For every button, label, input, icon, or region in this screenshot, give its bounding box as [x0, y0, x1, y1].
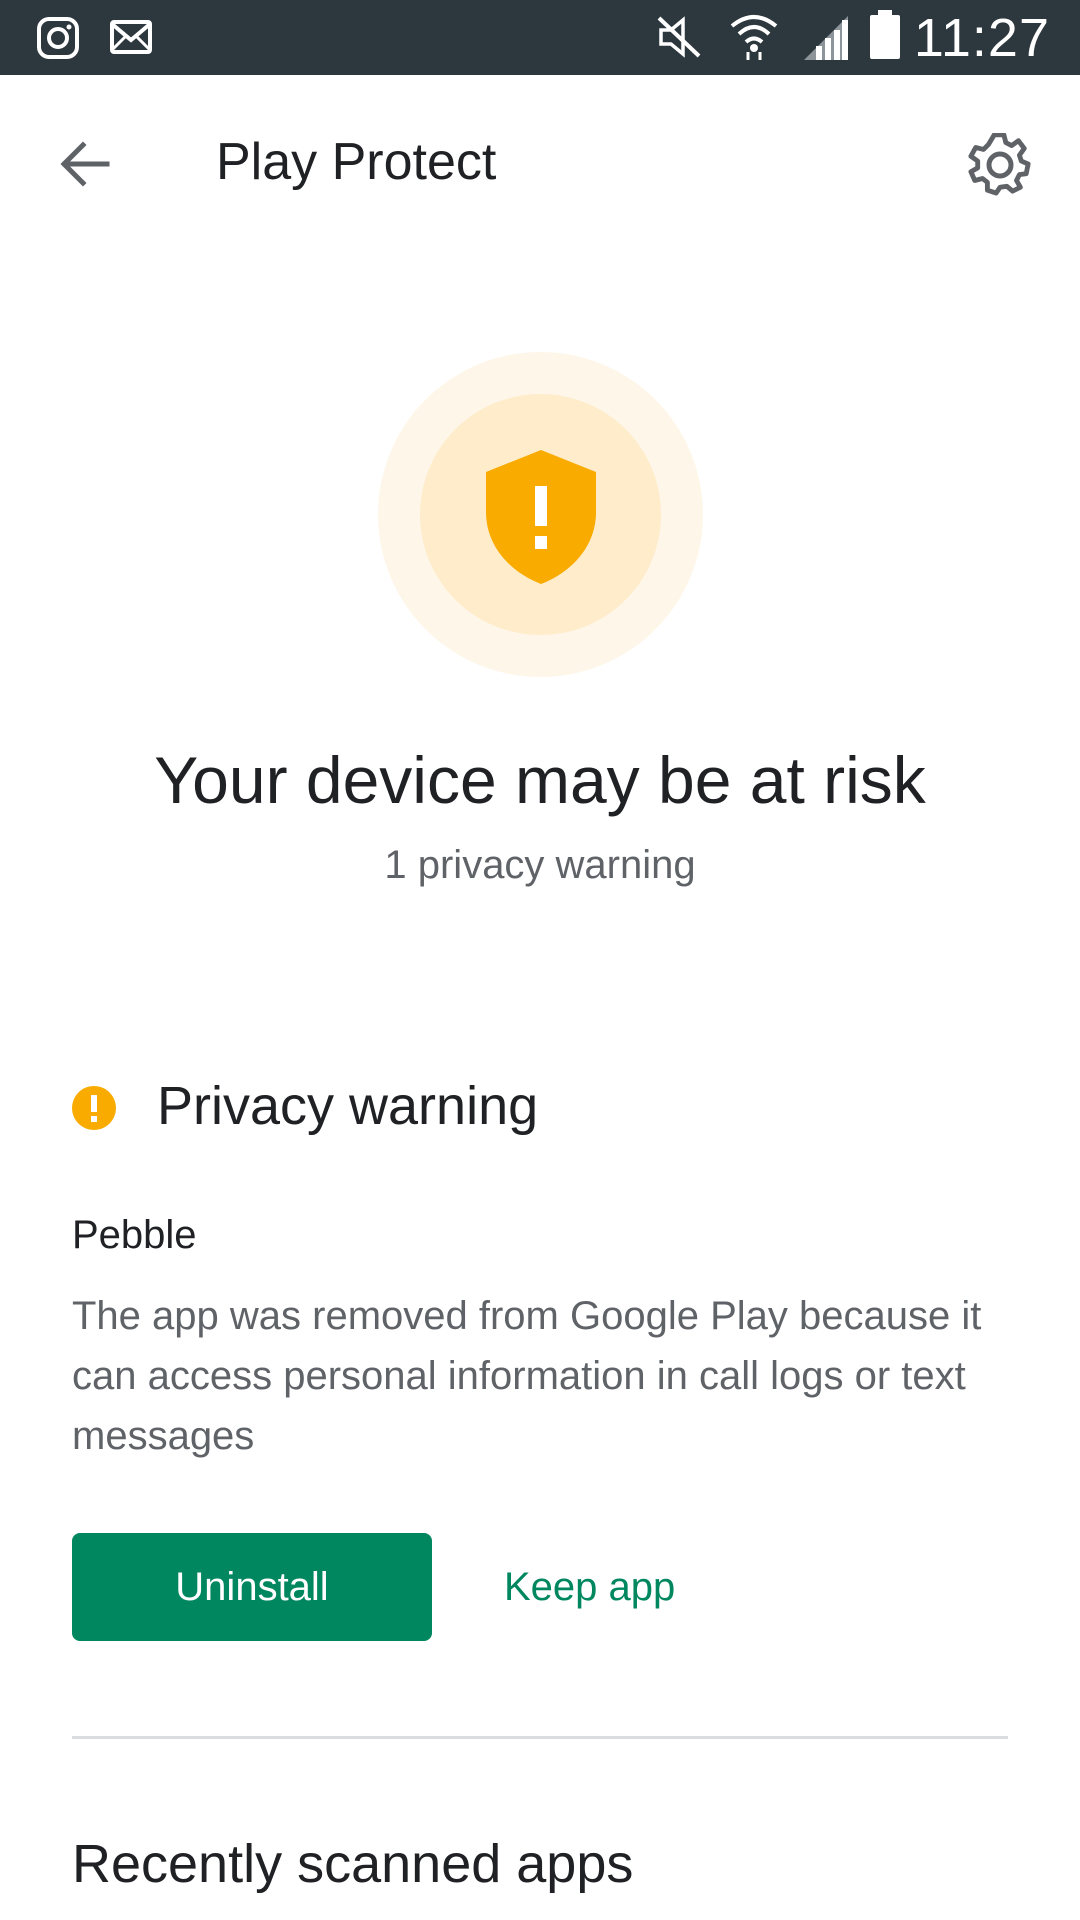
status-headline: Your device may be at risk — [154, 743, 926, 817]
divider — [72, 1736, 1008, 1739]
status-bar: 11:27 — [0, 0, 1080, 75]
page-title: Play Protect — [216, 133, 497, 191]
arrow-back-icon — [60, 141, 110, 187]
status-subtitle: 1 privacy warning — [384, 843, 696, 887]
battery-icon — [870, 10, 900, 59]
uninstall-button[interactable]: Uninstall — [72, 1533, 432, 1641]
flagged-app-description: The app was removed from Google Play bec… — [72, 1294, 982, 1458]
privacy-warning-title: Privacy warning — [157, 1076, 539, 1136]
recently-scanned-title: Recently scanned apps — [72, 1834, 634, 1894]
warning-circle-icon — [72, 1086, 116, 1130]
app-bar: Play Protect — [0, 75, 1080, 245]
gear-icon — [968, 133, 1031, 196]
back-button[interactable] — [40, 119, 130, 209]
mute-icon — [657, 16, 701, 58]
status-time: 11:27 — [913, 8, 1050, 68]
settings-button[interactable] — [950, 115, 1050, 215]
shield-warning-icon — [486, 450, 596, 584]
wifi-icon — [730, 15, 778, 60]
keep-app-button[interactable]: Keep app — [480, 1533, 699, 1641]
signal-icon — [804, 16, 848, 60]
instagram-icon — [37, 17, 79, 59]
flagged-app-name: Pebble — [72, 1213, 197, 1257]
mail-icon — [110, 20, 152, 54]
